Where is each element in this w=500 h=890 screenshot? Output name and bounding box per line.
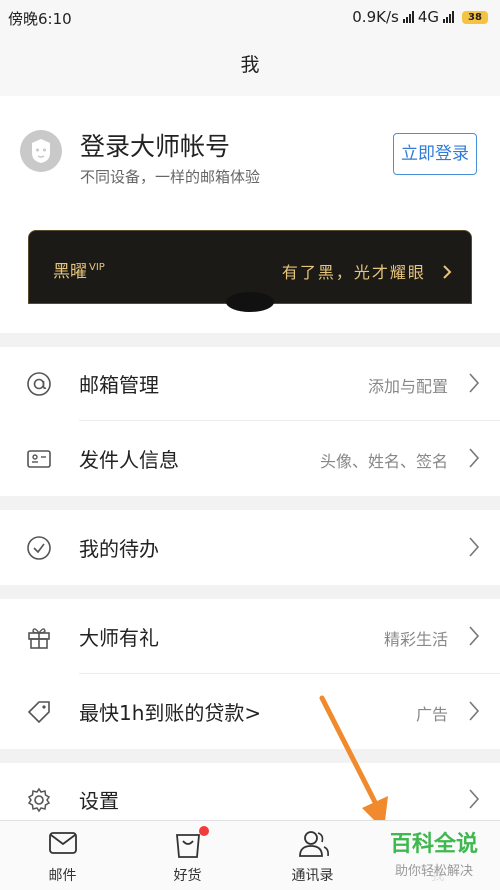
chevron-right-icon	[469, 537, 480, 557]
menu-item-sender-info[interactable]: 发件人信息 头像、姓名、签名	[0, 422, 500, 496]
menu-item-sub: 广告	[415, 705, 448, 724]
menu-item-mailbox-management[interactable]: 邮箱管理 添加与配置	[0, 347, 500, 421]
battery-icon: 38	[462, 10, 488, 24]
tab-goods[interactable]: 好货	[125, 821, 250, 890]
gift-icon	[28, 628, 50, 649]
menu-item-my-todo[interactable]: 我的待办	[0, 511, 500, 585]
chevron-right-icon	[469, 701, 480, 721]
tab-contacts[interactable]: 通讯录	[250, 821, 375, 890]
section-divider	[0, 496, 500, 510]
menu-item-label: 邮箱管理	[79, 373, 159, 397]
vip-tag: VIP	[89, 262, 105, 274]
login-button[interactable]: 立即登录	[393, 133, 477, 175]
contacts-icon	[299, 831, 329, 857]
status-time: 傍晚6:10	[8, 10, 72, 28]
tab-mail[interactable]: 邮件	[0, 821, 125, 890]
vip-name: 黑曜 VIP	[53, 257, 105, 282]
tab-label: 好货	[173, 868, 202, 884]
section-divider	[0, 585, 500, 599]
watermark-title: 百科全说	[389, 832, 478, 857]
mail-icon	[49, 832, 77, 854]
network-speed: 0.9K/s	[352, 8, 399, 26]
vip-name-text: 黑曜	[53, 262, 87, 282]
avatar[interactable]	[20, 130, 62, 172]
chevron-right-icon	[469, 448, 480, 468]
watermark-subtitle: 助你轻松解决	[394, 864, 473, 879]
status-bar: 傍晚6:10 0.9K/s 4G 38	[0, 0, 500, 34]
menu-item-sub: 添加与配置	[367, 377, 448, 396]
menu-item-loan-ad[interactable]: 最快1h到账的贷款> 广告	[0, 675, 500, 749]
menu-item-master-gift[interactable]: 大师有礼 精彩生活	[0, 600, 500, 674]
shopping-bag-icon	[176, 834, 200, 858]
menu-item-label: 发件人信息	[79, 448, 179, 472]
menu-item-label: 我的待办	[79, 537, 159, 561]
check-circle-icon	[27, 536, 51, 560]
watermark: 百科全说 助你轻松解决	[378, 826, 490, 879]
tab-label: 邮件	[48, 868, 77, 884]
tag-icon	[27, 701, 50, 724]
chevron-right-icon	[469, 626, 480, 646]
vip-slogan-text: 有了黑，光才耀眼	[281, 263, 426, 282]
vip-slogan: 有了黑，光才耀眼	[282, 259, 453, 283]
chevron-right-icon	[469, 373, 480, 393]
page-title: 我	[0, 34, 500, 96]
menu-item-label: 设置	[79, 789, 119, 813]
chevron-right-icon	[469, 789, 480, 809]
network-type: 4G	[417, 8, 439, 26]
section-divider	[0, 749, 500, 763]
login-subtitle: 不同设备，一样的邮箱体验	[80, 168, 261, 186]
tab-label: 通讯录	[291, 868, 334, 884]
lion-avatar-icon	[32, 139, 50, 163]
row-separator	[79, 673, 500, 674]
signal-icon	[402, 11, 414, 23]
vip-card-notch	[226, 292, 274, 312]
status-right: 0.9K/s 4G 38	[352, 8, 488, 26]
notification-dot	[199, 826, 209, 836]
signal-icon-2	[443, 11, 454, 23]
menu-item-label: 大师有礼	[79, 626, 159, 650]
gear-icon	[27, 787, 51, 813]
chevron-right-icon	[443, 265, 452, 279]
menu-item-sub: 精彩生活	[383, 630, 448, 649]
row-separator	[79, 420, 500, 421]
at-icon	[27, 372, 51, 396]
section-divider	[0, 333, 500, 347]
id-card-icon	[27, 450, 51, 468]
menu-item-label: 最快1h到账的贷款>	[79, 701, 262, 725]
annotation-arrow-icon	[319, 695, 388, 830]
login-title: 登录大师帐号	[80, 132, 231, 161]
menu-item-sub: 头像、姓名、签名	[319, 452, 448, 471]
